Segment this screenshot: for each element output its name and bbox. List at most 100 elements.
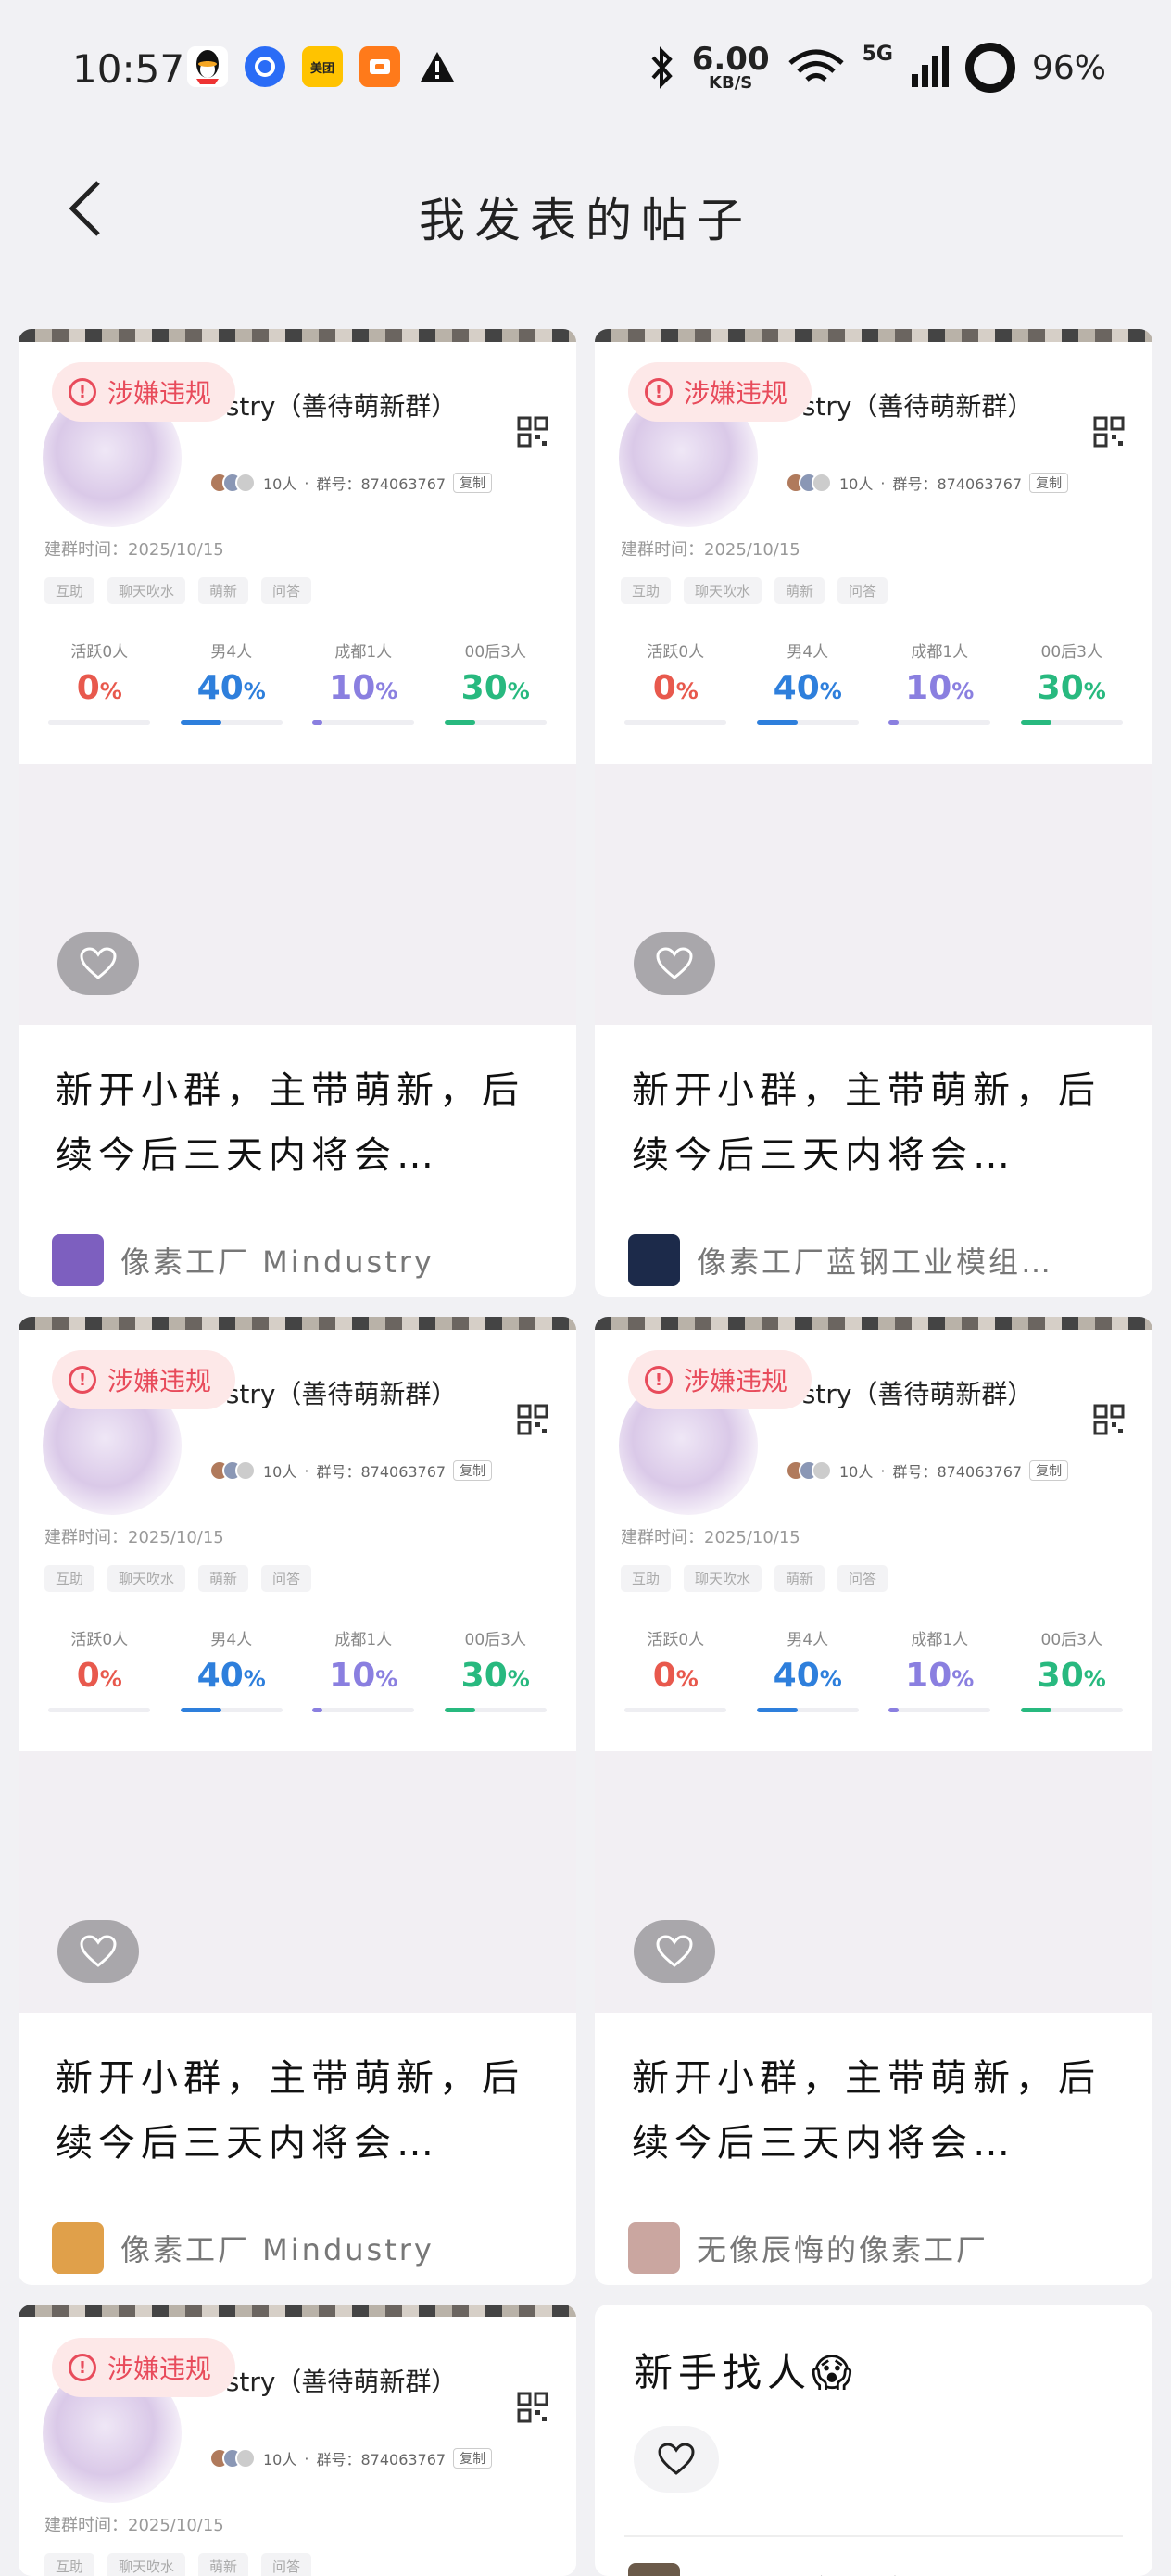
author-row[interactable]: 像素工厂 Mindustry bbox=[19, 2198, 576, 2279]
group-card-preview[interactable]: ustry（善待萌新群） 10人 · 群号：874063767 复制 ! 涉嫌违规… bbox=[19, 342, 576, 764]
tag: 萌新 bbox=[198, 577, 249, 604]
stat-bar bbox=[1020, 1708, 1123, 1712]
member-count: 10人 bbox=[263, 2451, 297, 2469]
qr-code-icon[interactable] bbox=[1093, 416, 1125, 448]
network-type: 5G bbox=[862, 43, 893, 66]
stat-value: 30% bbox=[1037, 669, 1106, 707]
author-name: SCUM（人渣）找队找人 bbox=[697, 2568, 1054, 2576]
copy-button[interactable]: 复制 bbox=[1029, 1460, 1069, 1481]
stat-1: 男4人 40% bbox=[742, 1626, 875, 1712]
author-row[interactable]: 像素工厂蓝钢工业模组… bbox=[595, 1210, 1152, 1292]
speed-value: 6.00 bbox=[691, 41, 770, 78]
post-title: 新开小群，主带萌新，后续今后三天内将会… bbox=[632, 1069, 1101, 1177]
like-button[interactable] bbox=[634, 1920, 715, 1983]
group-number: 群号：874063767 bbox=[316, 475, 447, 493]
stat-3: 00后3人 30% bbox=[1006, 638, 1139, 725]
qr-code-icon[interactable] bbox=[517, 416, 548, 448]
stat-label: 活跃0人 bbox=[647, 1631, 705, 1649]
stat-bar bbox=[444, 720, 547, 725]
stat-label: 00后3人 bbox=[464, 643, 526, 662]
tag: 互助 bbox=[621, 1565, 672, 1592]
notification-icons: 美团 bbox=[187, 46, 458, 87]
author-avatar bbox=[52, 1234, 104, 1286]
stat-0: 活跃0人 0% bbox=[33, 638, 166, 725]
qr-code-icon[interactable] bbox=[517, 2392, 548, 2423]
like-button[interactable] bbox=[57, 1920, 139, 1983]
stat-0: 活跃0人 0% bbox=[33, 1626, 166, 1712]
group-number: 群号：874063767 bbox=[892, 1463, 1023, 1481]
baidu-icon bbox=[245, 46, 285, 87]
stat-0: 活跃0人 0% bbox=[610, 638, 742, 725]
stats-row: 活跃0人 0% 男4人 40% 成都1人 10% 00后3人 30% bbox=[33, 1626, 561, 1712]
tag-list: 互助 聊天吹水 萌新 问答 bbox=[621, 1565, 888, 1592]
qr-code-icon[interactable] bbox=[1093, 1404, 1125, 1435]
author-name: 像素工厂 Mindustry bbox=[120, 2232, 434, 2267]
stat-3: 00后3人 30% bbox=[430, 638, 562, 725]
heart-icon bbox=[80, 947, 117, 979]
stat-bar bbox=[624, 720, 727, 725]
tag: 萌新 bbox=[774, 1565, 825, 1592]
post-card[interactable]: ustry（善待萌新群） 10人 · 群号：874063767 复制 ! 涉嫌违规… bbox=[19, 329, 576, 1297]
stat-label: 成都1人 bbox=[334, 1631, 393, 1649]
group-card-preview[interactable]: ustry（善待萌新群） 10人 · 群号：874063767 复制 ! 涉嫌违规… bbox=[595, 342, 1152, 764]
heart-icon bbox=[80, 1935, 117, 1967]
author-row[interactable]: SCUM（人渣）找队找人 bbox=[595, 2537, 1152, 2576]
author-name: 无像辰悔的像素工厂 bbox=[697, 2232, 989, 2267]
group-meta: 10人 · 群号：874063767 复制 bbox=[209, 472, 493, 494]
heart-icon bbox=[658, 2443, 695, 2475]
stat-label: 00后3人 bbox=[1040, 1631, 1102, 1649]
signal-icon bbox=[911, 46, 949, 87]
post-card[interactable]: ustry（善待萌新群） 10人 · 群号：874063767 复制 ! 涉嫌违规… bbox=[595, 329, 1152, 1297]
stat-bar bbox=[180, 720, 283, 725]
group-card-preview[interactable]: ustry（善待萌新群） 10人 · 群号：874063767 复制 ! 涉嫌违规… bbox=[19, 2317, 576, 2576]
warning-icon bbox=[417, 46, 458, 87]
post-card[interactable]: ustry（善待萌新群） 10人 · 群号：874063767 复制 ! 涉嫌违规… bbox=[595, 1317, 1152, 2285]
author-row[interactable]: 无像辰悔的像素工厂 bbox=[595, 2198, 1152, 2279]
like-button[interactable] bbox=[634, 932, 715, 995]
created-time: 建群时间：2025/10/15 bbox=[621, 1528, 800, 1547]
like-button[interactable] bbox=[634, 2426, 719, 2493]
stat-label: 成都1人 bbox=[911, 643, 969, 662]
copy-button[interactable]: 复制 bbox=[453, 2448, 493, 2469]
stat-value: 40% bbox=[196, 669, 266, 707]
copy-button[interactable]: 复制 bbox=[453, 1460, 493, 1481]
stat-label: 男4人 bbox=[787, 1631, 829, 1649]
copy-button[interactable]: 复制 bbox=[453, 473, 493, 493]
group-card-preview[interactable]: ustry（善待萌新群） 10人 · 群号：874063767 复制 ! 涉嫌违规… bbox=[19, 1330, 576, 1751]
tag: 问答 bbox=[261, 577, 312, 604]
stat-2: 成都1人 10% bbox=[297, 1626, 430, 1712]
battery-level: 96% bbox=[1031, 48, 1106, 87]
stat-value: 10% bbox=[905, 669, 975, 707]
post-title: 新开小群，主带萌新，后续今后三天内将会… bbox=[632, 2057, 1101, 2165]
alert-icon: ! bbox=[69, 1366, 96, 1394]
copy-button[interactable]: 复制 bbox=[1029, 473, 1069, 493]
stat-value: 0% bbox=[652, 1657, 699, 1695]
like-button[interactable] bbox=[57, 932, 139, 995]
violation-label: 涉嫌违规 bbox=[107, 2354, 212, 2384]
post-card[interactable]: ustry（善待萌新群） 10人 · 群号：874063767 复制 ! 涉嫌违规… bbox=[19, 1317, 576, 2285]
violation-badge: ! 涉嫌违规 bbox=[52, 2338, 236, 2397]
wifi-icon bbox=[787, 49, 844, 82]
tag: 聊天吹水 bbox=[684, 1565, 762, 1592]
stat-value: 30% bbox=[1037, 1657, 1106, 1695]
stat-label: 00后3人 bbox=[464, 1631, 526, 1649]
tag-list: 互助 聊天吹水 萌新 问答 bbox=[44, 577, 312, 604]
stats-row: 活跃0人 0% 男4人 40% 成都1人 10% 00后3人 30% bbox=[610, 638, 1138, 725]
stat-value: 30% bbox=[460, 1657, 530, 1695]
author-row[interactable]: 像素工厂 Mindustry bbox=[19, 1210, 576, 1292]
post-card[interactable]: ustry（善待萌新群） 10人 · 群号：874063767 复制 ! 涉嫌违规… bbox=[19, 2305, 576, 2576]
group-meta: 10人 · 群号：874063767 复制 bbox=[786, 1459, 1069, 1482]
heart-icon bbox=[656, 1935, 693, 1967]
battery-icon bbox=[964, 43, 1015, 93]
tag: 萌新 bbox=[198, 1565, 249, 1592]
qr-code-icon[interactable] bbox=[517, 1404, 548, 1435]
group-card-preview[interactable]: ustry（善待萌新群） 10人 · 群号：874063767 复制 ! 涉嫌违规… bbox=[595, 1330, 1152, 1751]
tag: 聊天吹水 bbox=[684, 577, 762, 604]
stat-value: 0% bbox=[76, 669, 122, 707]
stat-label: 活跃0人 bbox=[70, 643, 129, 662]
post-card[interactable]: 新手找人😱 SCUM（人渣）找队找人 bbox=[595, 2305, 1152, 2576]
meituan-icon: 美团 bbox=[302, 46, 343, 87]
pixel-banner bbox=[595, 329, 1152, 342]
tag: 互助 bbox=[44, 1565, 95, 1592]
violation-label: 涉嫌违规 bbox=[684, 1366, 788, 1396]
